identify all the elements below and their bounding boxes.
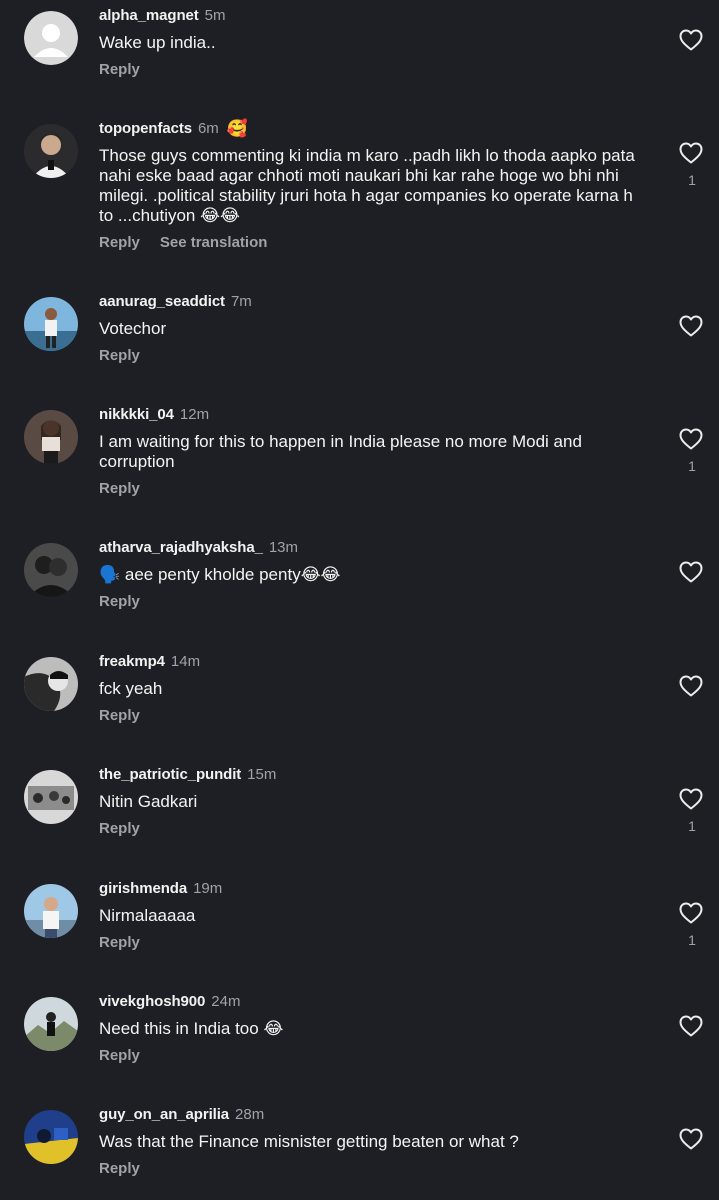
avatar[interactable] xyxy=(24,410,78,464)
heart-outline-icon xyxy=(679,315,703,337)
comment-time: 24m xyxy=(211,993,241,1010)
comment-time: 28m xyxy=(235,1106,265,1123)
like-button[interactable] xyxy=(679,428,703,450)
comment-text: Was that the Finance misnister getting b… xyxy=(99,1132,519,1151)
heart-outline-icon xyxy=(679,788,703,810)
reply-button[interactable]: Reply xyxy=(99,346,140,366)
like-count: 1 xyxy=(688,932,696,948)
comment-time: 5m xyxy=(204,7,226,24)
heart-outline-icon xyxy=(679,428,703,450)
reply-button[interactable]: Reply xyxy=(99,819,140,839)
like-button[interactable] xyxy=(679,29,703,51)
like-count: 1 xyxy=(688,172,696,188)
comment-username[interactable]: girishmenda xyxy=(99,878,187,900)
reply-button[interactable]: Reply xyxy=(99,1046,140,1066)
heart-outline-icon xyxy=(679,1128,703,1150)
comment-text: Nirmalaaaaa xyxy=(99,906,196,925)
comment-time: 7m xyxy=(230,293,252,310)
comment-text: Votechor xyxy=(99,319,167,338)
author-reaction-emoji: 🥰 xyxy=(226,119,248,138)
heart-outline-icon xyxy=(679,1015,703,1037)
comments-list: alpha_magnet 5m Wake up india.. Reply to… xyxy=(0,0,719,1200)
like-button[interactable] xyxy=(679,1128,703,1150)
like-count: 1 xyxy=(688,458,696,474)
heart-outline-icon xyxy=(679,675,703,697)
comment-text: I am waiting for this to happen in India… xyxy=(99,432,582,471)
avatar[interactable] xyxy=(24,11,78,65)
like-button[interactable] xyxy=(679,561,703,583)
comment-text: Nitin Gadkari xyxy=(99,792,198,811)
avatar[interactable] xyxy=(24,997,78,1051)
heart-outline-icon xyxy=(679,902,703,924)
comment-username[interactable]: atharva_rajadhyaksha_ xyxy=(99,537,263,559)
comment-username[interactable]: vivekghosh900 xyxy=(99,991,205,1013)
heart-outline-icon xyxy=(679,142,703,164)
comment-text: 🗣️ aee penty kholde penty😂😂 xyxy=(99,565,341,584)
like-button[interactable] xyxy=(679,675,703,697)
like-count: 1 xyxy=(688,818,696,834)
comment-username[interactable]: topopenfacts xyxy=(99,118,192,140)
reply-button[interactable]: Reply xyxy=(99,592,140,612)
avatar[interactable] xyxy=(24,124,78,178)
comment-time: 19m xyxy=(193,880,223,897)
avatar[interactable] xyxy=(24,657,78,711)
avatar[interactable] xyxy=(24,884,78,938)
like-button[interactable] xyxy=(679,142,703,164)
like-button[interactable] xyxy=(679,1015,703,1037)
avatar[interactable] xyxy=(24,297,78,351)
reply-button[interactable]: Reply xyxy=(99,60,140,80)
reply-button[interactable]: Reply xyxy=(99,706,140,726)
comment-username[interactable]: the_patriotic_pundit xyxy=(99,764,241,786)
comment-time: 14m xyxy=(170,653,201,670)
heart-outline-icon xyxy=(679,561,703,583)
reply-button[interactable]: Reply xyxy=(99,1159,140,1179)
comment-text: fck yeah xyxy=(99,679,163,698)
comment-time: 15m xyxy=(247,766,277,783)
avatar[interactable] xyxy=(24,1110,78,1164)
reply-button[interactable]: Reply xyxy=(99,933,140,953)
reply-button[interactable]: Reply xyxy=(99,479,140,499)
avatar[interactable] xyxy=(24,543,78,597)
reply-button[interactable]: Reply xyxy=(99,233,140,253)
comment-username[interactable]: aanurag_seaddict xyxy=(99,291,225,313)
avatar[interactable] xyxy=(24,770,78,824)
comment-username[interactable]: freakmp4 xyxy=(99,651,165,673)
like-button[interactable] xyxy=(679,788,703,810)
comment-time: 6m xyxy=(197,120,219,137)
comment-text: Need this in India too 😂 xyxy=(99,1019,284,1038)
comment-time: 12m xyxy=(179,406,210,423)
like-button[interactable] xyxy=(679,315,703,337)
comment-username[interactable]: alpha_magnet xyxy=(99,5,199,27)
comment-username[interactable]: guy_on_an_aprilia xyxy=(99,1104,229,1126)
like-button[interactable] xyxy=(679,902,703,924)
comment-text: Wake up india.. xyxy=(99,33,216,52)
comment-time: 13m xyxy=(268,539,299,556)
heart-outline-icon xyxy=(679,29,703,51)
see-translation-button[interactable]: See translation xyxy=(160,233,268,253)
comment-text: Those guys commenting ki india m karo ..… xyxy=(99,146,635,225)
comment-username[interactable]: nikkkki_04 xyxy=(99,404,174,426)
